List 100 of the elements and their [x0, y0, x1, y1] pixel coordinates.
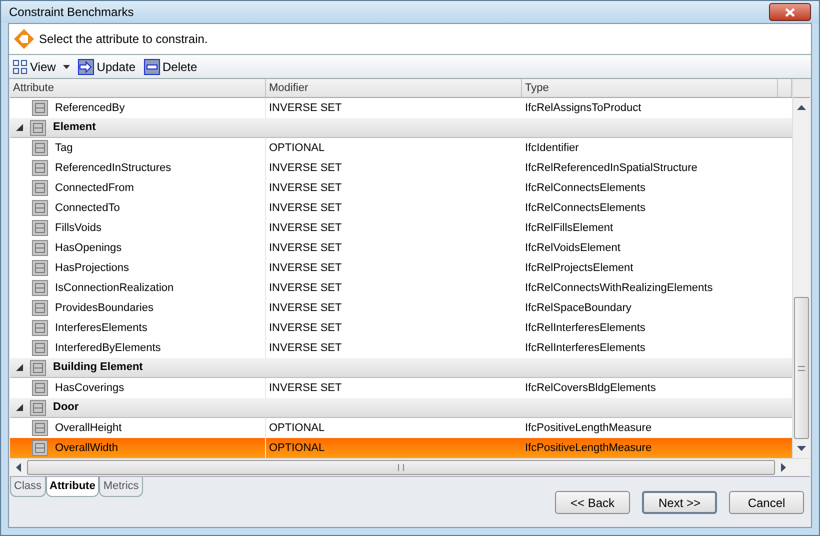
scroll-thumb[interactable]: [27, 460, 775, 475]
scroll-right-icon[interactable]: [781, 463, 786, 472]
group-row[interactable]: Element: [10, 118, 792, 138]
type-cell-text: IfcRelProjectsElement: [524, 260, 634, 276]
scroll-up-icon[interactable]: [797, 105, 806, 110]
modifier-cell-text: INVERSE SET: [268, 280, 343, 296]
modifier-cell-text: INVERSE SET: [268, 180, 343, 196]
type-cell-text: IfcRelSpaceBoundary: [524, 300, 632, 316]
type-cell-text: IfcRelInterferesElements: [524, 340, 646, 356]
diamond-arrow-icon: [13, 28, 35, 50]
attribute-name: OverallHeight: [55, 420, 122, 436]
attribute-name: HasOpenings: [55, 240, 122, 256]
expanded-triangle-icon[interactable]: [16, 404, 23, 411]
type-cell-text: IfcRelConnectsWithRealizingElements: [524, 280, 714, 296]
attribute-row[interactable]: HasProjections INVERSE SET IfcRelProjectsElement: [10, 258, 792, 278]
group-name: Element: [53, 120, 96, 136]
modifier-cell-text: INVERSE SET: [268, 300, 343, 316]
modifier-cell-text: INVERSE SET: [268, 380, 343, 396]
tab[interactable]: Class: [10, 477, 46, 497]
group-icon: [30, 400, 46, 416]
scroll-down-icon[interactable]: [797, 446, 806, 451]
attribute-name: HasProjections: [55, 260, 129, 276]
dialog-button[interactable]: Next >>: [642, 491, 717, 514]
modifier-cell-text: INVERSE SET: [268, 340, 343, 356]
horizontal-scrollbar[interactable]: [10, 458, 810, 476]
attribute-row[interactable]: ReferencedInStructures INVERSE SET IfcRelReferencedInSpatialStructure: [10, 158, 792, 178]
dropdown-caret-icon: [62, 64, 70, 68]
column-header[interactable]: Attribute: [10, 79, 266, 97]
tab[interactable]: Attribute: [46, 477, 100, 497]
type-cell-text: IfcRelVoidsElement: [524, 240, 622, 256]
grid-icon: [13, 60, 27, 74]
arrow-icon: [78, 58, 94, 74]
attribute-row[interactable]: InterferesElements INVERSE SET IfcRelInterferesElements: [10, 318, 792, 338]
attribute-row[interactable]: ConnectedFrom INVERSE SET IfcRelConnectsElements: [10, 178, 792, 198]
attribute-row[interactable]: OverallWidth OPTIONAL IfcPositiveLengthMeasure: [10, 438, 792, 458]
attribute-icon: [32, 340, 48, 356]
type-cell-text: IfcRelCoversBldgElements: [524, 380, 657, 396]
type-cell-text: IfcRelReferencedInSpatialStructure: [524, 160, 698, 176]
attribute-icon: [32, 320, 48, 336]
scroll-left-icon[interactable]: [16, 463, 21, 472]
attribute-row[interactable]: Tag OPTIONAL IfcIdentifier: [10, 138, 792, 158]
modifier-cell-text: OPTIONAL: [268, 440, 326, 456]
attribute-row[interactable]: HasOpenings INVERSE SET IfcRelVoidsElement: [10, 238, 792, 258]
attribute-name: InterferedByElements: [55, 340, 161, 356]
tab[interactable]: Metrics: [99, 477, 143, 497]
modifier-cell-text: INVERSE SET: [268, 220, 343, 236]
attribute-name: ProvidesBoundaries: [55, 300, 154, 316]
modifier-cell-text: INVERSE SET: [268, 100, 343, 116]
scroll-thumb[interactable]: [794, 297, 809, 439]
modifier-cell-text: INVERSE SET: [268, 160, 343, 176]
attribute-icon: [32, 440, 48, 456]
type-cell-text: IfcRelConnectsElements: [524, 180, 646, 196]
dialog-button[interactable]: << Back: [555, 491, 630, 514]
group-row[interactable]: Door: [10, 398, 792, 418]
close-icon: [785, 8, 795, 16]
attribute-icon: [32, 240, 48, 256]
attribute-name: InterferesElements: [55, 320, 148, 336]
attribute-icon: [32, 380, 48, 396]
attribute-name: FillsVoids: [55, 220, 102, 236]
attribute-icon: [32, 180, 48, 196]
attribute-name: IsConnectionRealization: [55, 280, 174, 296]
instruction-text: Select the attribute to constrain.: [39, 31, 208, 48]
close-button[interactable]: [769, 3, 811, 21]
modifier-cell-text: OPTIONAL: [268, 420, 326, 436]
modifier-cell-text: INVERSE SET: [268, 320, 343, 336]
attribute-row[interactable]: FillsVoids INVERSE SET IfcRelFillsElement: [10, 218, 792, 238]
attribute-row[interactable]: IsConnectionRealization INVERSE SET IfcRelConnectsWithRealizingElements: [10, 278, 792, 298]
attribute-icon: [32, 420, 48, 436]
group-row[interactable]: Building Element: [10, 358, 792, 378]
attribute-name: ConnectedFrom: [55, 180, 134, 196]
attribute-name: HasCoverings: [55, 380, 124, 396]
attribute-icon: [32, 100, 48, 116]
expanded-triangle-icon[interactable]: [16, 124, 23, 131]
modifier-cell-text: INVERSE SET: [268, 240, 343, 256]
group-icon: [30, 120, 46, 136]
attribute-icon: [32, 140, 48, 156]
attribute-name: ConnectedTo: [55, 200, 120, 216]
attribute-icon: [32, 260, 48, 276]
type-cell-text: IfcRelFillsElement: [524, 220, 614, 236]
group-name: Door: [53, 400, 79, 416]
attribute-icon: [32, 220, 48, 236]
window-title: Constraint Benchmarks: [9, 4, 134, 21]
toolbar-button[interactable]: View: [13, 58, 70, 76]
attribute-icon: [32, 160, 48, 176]
attribute-name: ReferencedBy: [55, 100, 125, 116]
dialog-button[interactable]: Cancel: [729, 491, 804, 514]
attribute-row[interactable]: ProvidesBoundaries INVERSE SET IfcRelSpaceBoundary: [10, 298, 792, 318]
expanded-triangle-icon[interactable]: [16, 364, 23, 371]
modifier-cell-text: INVERSE SET: [268, 260, 343, 276]
toolbar-button[interactable]: Delete: [144, 58, 198, 76]
column-header[interactable]: Type: [522, 79, 778, 97]
column-header[interactable]: Modifier: [266, 79, 522, 97]
type-cell-text: IfcRelInterferesElements: [524, 320, 646, 336]
attribute-name: Tag: [55, 140, 73, 156]
attribute-row[interactable]: ConnectedTo INVERSE SET IfcRelConnectsElements: [10, 198, 792, 218]
vertical-scrollbar[interactable]: [792, 79, 810, 458]
toolbar-button[interactable]: Update: [78, 58, 136, 76]
modifier-cell-text: OPTIONAL: [268, 140, 326, 156]
type-cell-text: IfcRelConnectsElements: [524, 200, 646, 216]
attribute-icon: [32, 200, 48, 216]
